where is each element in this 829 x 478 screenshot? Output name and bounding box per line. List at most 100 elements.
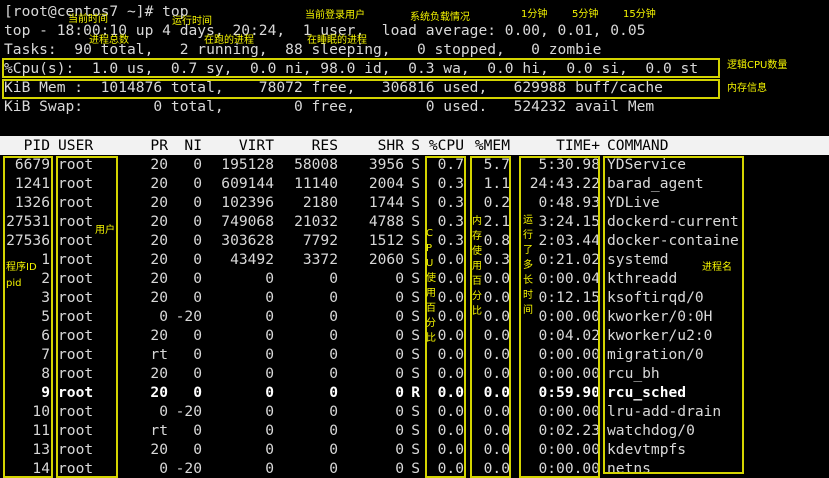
process-shr-cell: 0 [395, 346, 404, 363]
process-shr-cell: 0 [395, 422, 404, 439]
process-virt-cell: 195128 [221, 156, 274, 173]
column-header-virt: VIRT [238, 137, 274, 154]
process-shr-cell: 0 [395, 365, 404, 382]
process-shr-cell: 2004 [368, 175, 404, 192]
process-s-cell: S [411, 460, 420, 477]
process-shr-cell: 0 [395, 460, 404, 477]
process-ni-cell: 0 [193, 213, 202, 230]
process-shr-cell: 1744 [368, 194, 404, 211]
process-pr-cell: 20 [150, 365, 168, 382]
pid-column-box [3, 156, 53, 478]
annotation-process-name: 进程名 [702, 262, 732, 273]
annotation-memory-info: 内存信息 [727, 83, 767, 94]
annotation-running-procs: 在跑的进程 [204, 35, 254, 46]
process-s-cell: S [411, 175, 420, 192]
process-ni-cell: 0 [193, 422, 202, 439]
process-shr-cell: 4788 [368, 213, 404, 230]
process-shr-cell: 1512 [368, 232, 404, 249]
process-ni-cell: 0 [193, 156, 202, 173]
column-header-s: S [411, 137, 420, 154]
process-ni-cell: 0 [193, 270, 202, 287]
process-res-cell: 0 [329, 422, 338, 439]
process-s-cell: S [411, 232, 420, 249]
process-s-cell: S [411, 156, 420, 173]
process-pr-cell: 20 [150, 270, 168, 287]
process-shr-cell: 3956 [368, 156, 404, 173]
process-res-cell: 2180 [302, 194, 338, 211]
mem-line-box [2, 79, 720, 99]
cpu-line-box [2, 58, 720, 78]
process-ni-cell: 0 [193, 232, 202, 249]
process-virt-cell: 0 [265, 403, 274, 420]
process-shr-cell: 0 [395, 403, 404, 420]
process-ni-cell: 0 [193, 441, 202, 458]
process-s-cell: S [411, 422, 420, 439]
process-virt-cell: 43492 [230, 251, 274, 268]
process-virt-cell: 0 [265, 441, 274, 458]
annotation-mem-usage: 内存使用百分比 [472, 216, 482, 317]
column-header-cpu: %CPU [428, 137, 464, 154]
process-res-cell: 11140 [294, 175, 338, 192]
process-pr-cell: 20 [150, 289, 168, 306]
process-res-cell: 0 [329, 270, 338, 287]
process-virt-cell: 0 [265, 308, 274, 325]
annotation-pid: 程序ID pid [6, 262, 37, 289]
annotation-5min: 5分钟 [572, 9, 599, 20]
process-pr-cell: 0 [159, 460, 168, 477]
process-res-cell: 0 [329, 403, 338, 420]
column-header-cmd: COMMAND [607, 137, 669, 154]
column-header-user: USER [58, 137, 94, 154]
annotation-1min: 1分钟 [521, 9, 548, 20]
column-header-time: TIME+ [556, 137, 600, 154]
process-pr-cell: 20 [150, 213, 168, 230]
process-virt-cell: 0 [265, 270, 274, 287]
process-s-cell: S [411, 251, 420, 268]
command-column-box [603, 156, 744, 474]
process-s-cell: S [411, 346, 420, 363]
process-res-cell: 0 [329, 308, 338, 325]
process-res-cell: 0 [329, 365, 338, 382]
process-res-cell: 0 [329, 346, 338, 363]
process-s-cell: S [411, 327, 420, 344]
process-shr-cell: 0 [395, 308, 404, 325]
annotation-15min: 15分钟 [623, 9, 656, 20]
column-header-mem: %MEM [474, 137, 510, 154]
process-virt-cell: 609144 [221, 175, 274, 192]
process-pr-cell: 20 [150, 441, 168, 458]
process-pr-cell: rt [150, 346, 168, 363]
process-s-cell: S [411, 403, 420, 420]
annotation-sleeping-procs: 在睡眠的进程 [307, 35, 367, 46]
process-s-cell: S [411, 365, 420, 382]
summary-swap-line: KiB Swap: 0 total, 0 free, 0 used. 52423… [4, 98, 655, 115]
process-s-cell: R [411, 384, 420, 401]
process-res-cell: 7792 [302, 232, 338, 249]
annotation-user: 用户 [95, 225, 115, 236]
process-virt-cell: 0 [265, 327, 274, 344]
annotation-current-users: 当前登录用户 [305, 10, 365, 21]
process-ni-cell: -20 [175, 460, 202, 477]
process-ni-cell: 0 [193, 384, 202, 401]
process-s-cell: S [411, 441, 420, 458]
process-pr-cell: 20 [150, 232, 168, 249]
process-pr-cell: 20 [150, 251, 168, 268]
process-pr-cell: 0 [159, 308, 168, 325]
process-virt-cell: 0 [265, 422, 274, 439]
process-res-cell: 0 [329, 327, 338, 344]
process-pr-cell: 0 [159, 403, 168, 420]
process-res-cell: 58008 [294, 156, 338, 173]
column-header-ni: NI [184, 137, 202, 154]
process-pr-cell: rt [150, 422, 168, 439]
annotation-cpu-usage: CPU使用百分比 [426, 228, 436, 344]
process-ni-cell: 0 [193, 251, 202, 268]
process-virt-cell: 0 [265, 346, 274, 363]
process-virt-cell: 0 [265, 384, 274, 401]
process-virt-cell: 0 [265, 365, 274, 382]
user-column-box [56, 156, 118, 478]
process-s-cell: S [411, 289, 420, 306]
process-pr-cell: 20 [150, 384, 168, 401]
annotation-load-status: 系统负载情况 [410, 12, 470, 23]
process-virt-cell: 102396 [221, 194, 274, 211]
process-virt-cell: 0 [265, 460, 274, 477]
column-header-pr: PR [150, 137, 168, 154]
annotation-run-time: 运行了多长时间 [523, 215, 533, 316]
